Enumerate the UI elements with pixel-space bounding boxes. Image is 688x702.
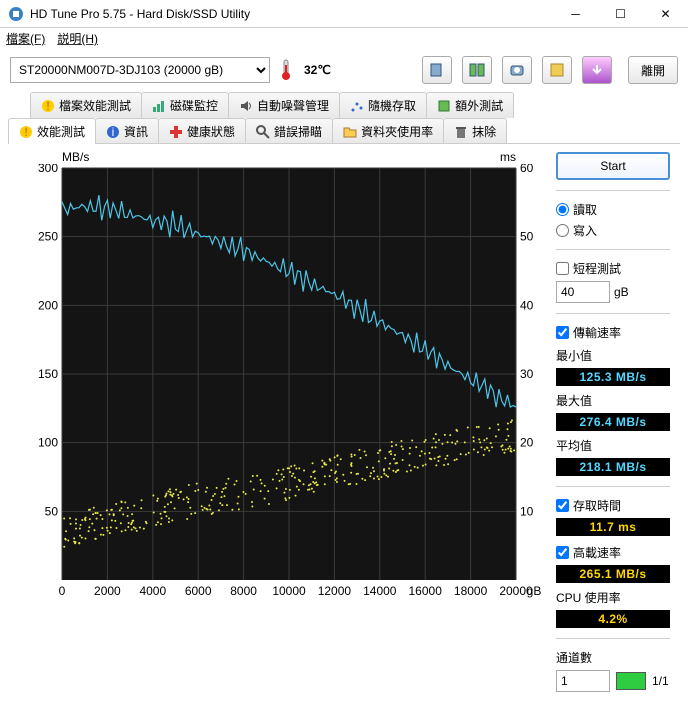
- copy-screenshot-button[interactable]: [462, 56, 492, 84]
- menu-file[interactable]: 檔案(F): [6, 30, 45, 46]
- cpu-label: CPU 使用率: [556, 589, 670, 606]
- options-button[interactable]: [542, 56, 572, 84]
- max-value: 276.4 MB/s: [556, 413, 670, 431]
- benchmark-chart: MB/s ms 50100150200250300102030405060 02…: [18, 150, 548, 692]
- tab-disk-monitor[interactable]: 磁碟監控: [141, 92, 229, 118]
- svg-text:50: 50: [520, 230, 534, 244]
- tab-aam[interactable]: 自動噪聲管理: [228, 92, 340, 118]
- access-time-checkbox[interactable]: 存取時間: [556, 497, 670, 514]
- save-button[interactable]: [582, 56, 612, 84]
- short-test-size-input[interactable]: [556, 281, 610, 303]
- tab-extra-tests[interactable]: 額外測試: [426, 92, 514, 118]
- cpu-value: 4.2%: [556, 610, 670, 628]
- exit-button[interactable]: 離開: [628, 56, 678, 84]
- svg-text:150: 150: [38, 367, 58, 381]
- tab-benchmark[interactable]: !效能測試: [8, 118, 96, 144]
- window-title: HD Tune Pro 5.75 - Hard Disk/SSD Utility: [30, 7, 553, 21]
- read-radio[interactable]: 讀取: [556, 201, 670, 218]
- pass-status-text: 1/1: [652, 674, 669, 688]
- tab-folder-usage[interactable]: 資料夾使用率: [332, 118, 444, 144]
- burst-value: 265.1 MB/s: [556, 565, 670, 583]
- max-label: 最大值: [556, 392, 670, 409]
- tab-info[interactable]: i資訊: [95, 118, 159, 144]
- y-right-label: ms: [500, 150, 516, 164]
- svg-text:!: !: [46, 99, 49, 113]
- temperature-value: 32℃: [304, 63, 331, 77]
- pass-status-led: [616, 672, 646, 690]
- avg-label: 平均值: [556, 437, 670, 454]
- pass-label: 通道數: [556, 649, 670, 666]
- svg-text:200: 200: [38, 298, 58, 312]
- drive-select[interactable]: ST20000NM007D-3DJ103 (20000 gB): [10, 57, 270, 83]
- min-label: 最小值: [556, 347, 670, 364]
- start-button[interactable]: Start: [556, 152, 670, 180]
- svg-text:!: !: [24, 125, 27, 139]
- tab-health[interactable]: 健康狀態: [158, 118, 246, 144]
- y-left-label: MB/s: [62, 150, 89, 164]
- tab-error-scan[interactable]: 錯誤掃瞄: [245, 118, 333, 144]
- svg-text:i: i: [112, 125, 115, 139]
- copy-info-button[interactable]: [422, 56, 452, 84]
- burst-rate-checkbox[interactable]: 高載速率: [556, 544, 670, 561]
- svg-text:100: 100: [38, 436, 58, 450]
- short-test-checkbox[interactable]: 短程測試: [556, 260, 670, 277]
- svg-text:300: 300: [38, 164, 58, 175]
- avg-value: 218.1 MB/s: [556, 458, 670, 476]
- svg-text:30: 30: [520, 367, 534, 381]
- menu-help[interactable]: 説明(H): [57, 30, 98, 46]
- svg-text:10: 10: [520, 504, 534, 518]
- svg-text:40: 40: [520, 298, 534, 312]
- svg-text:250: 250: [38, 230, 58, 244]
- app-icon: [8, 6, 24, 22]
- write-radio[interactable]: 寫入: [556, 222, 670, 239]
- min-value: 125.3 MB/s: [556, 368, 670, 386]
- maximize-button[interactable]: ☐: [598, 0, 643, 28]
- tab-erase[interactable]: 抹除: [443, 118, 507, 144]
- tab-random-access[interactable]: 隨機存取: [339, 92, 427, 118]
- access-value: 11.7 ms: [556, 518, 670, 536]
- svg-text:50: 50: [45, 504, 59, 518]
- svg-text:20: 20: [520, 436, 534, 450]
- tab-file-benchmark[interactable]: !檔案效能測試: [30, 92, 142, 118]
- svg-text:60: 60: [520, 164, 534, 175]
- close-button[interactable]: ✕: [643, 0, 688, 28]
- minimize-button[interactable]: ─: [553, 0, 598, 28]
- thermometer-icon: [276, 57, 296, 83]
- pass-count-input[interactable]: [556, 670, 610, 692]
- transfer-rate-checkbox[interactable]: 傳輸速率: [556, 324, 670, 341]
- save-screenshot-button[interactable]: [502, 56, 532, 84]
